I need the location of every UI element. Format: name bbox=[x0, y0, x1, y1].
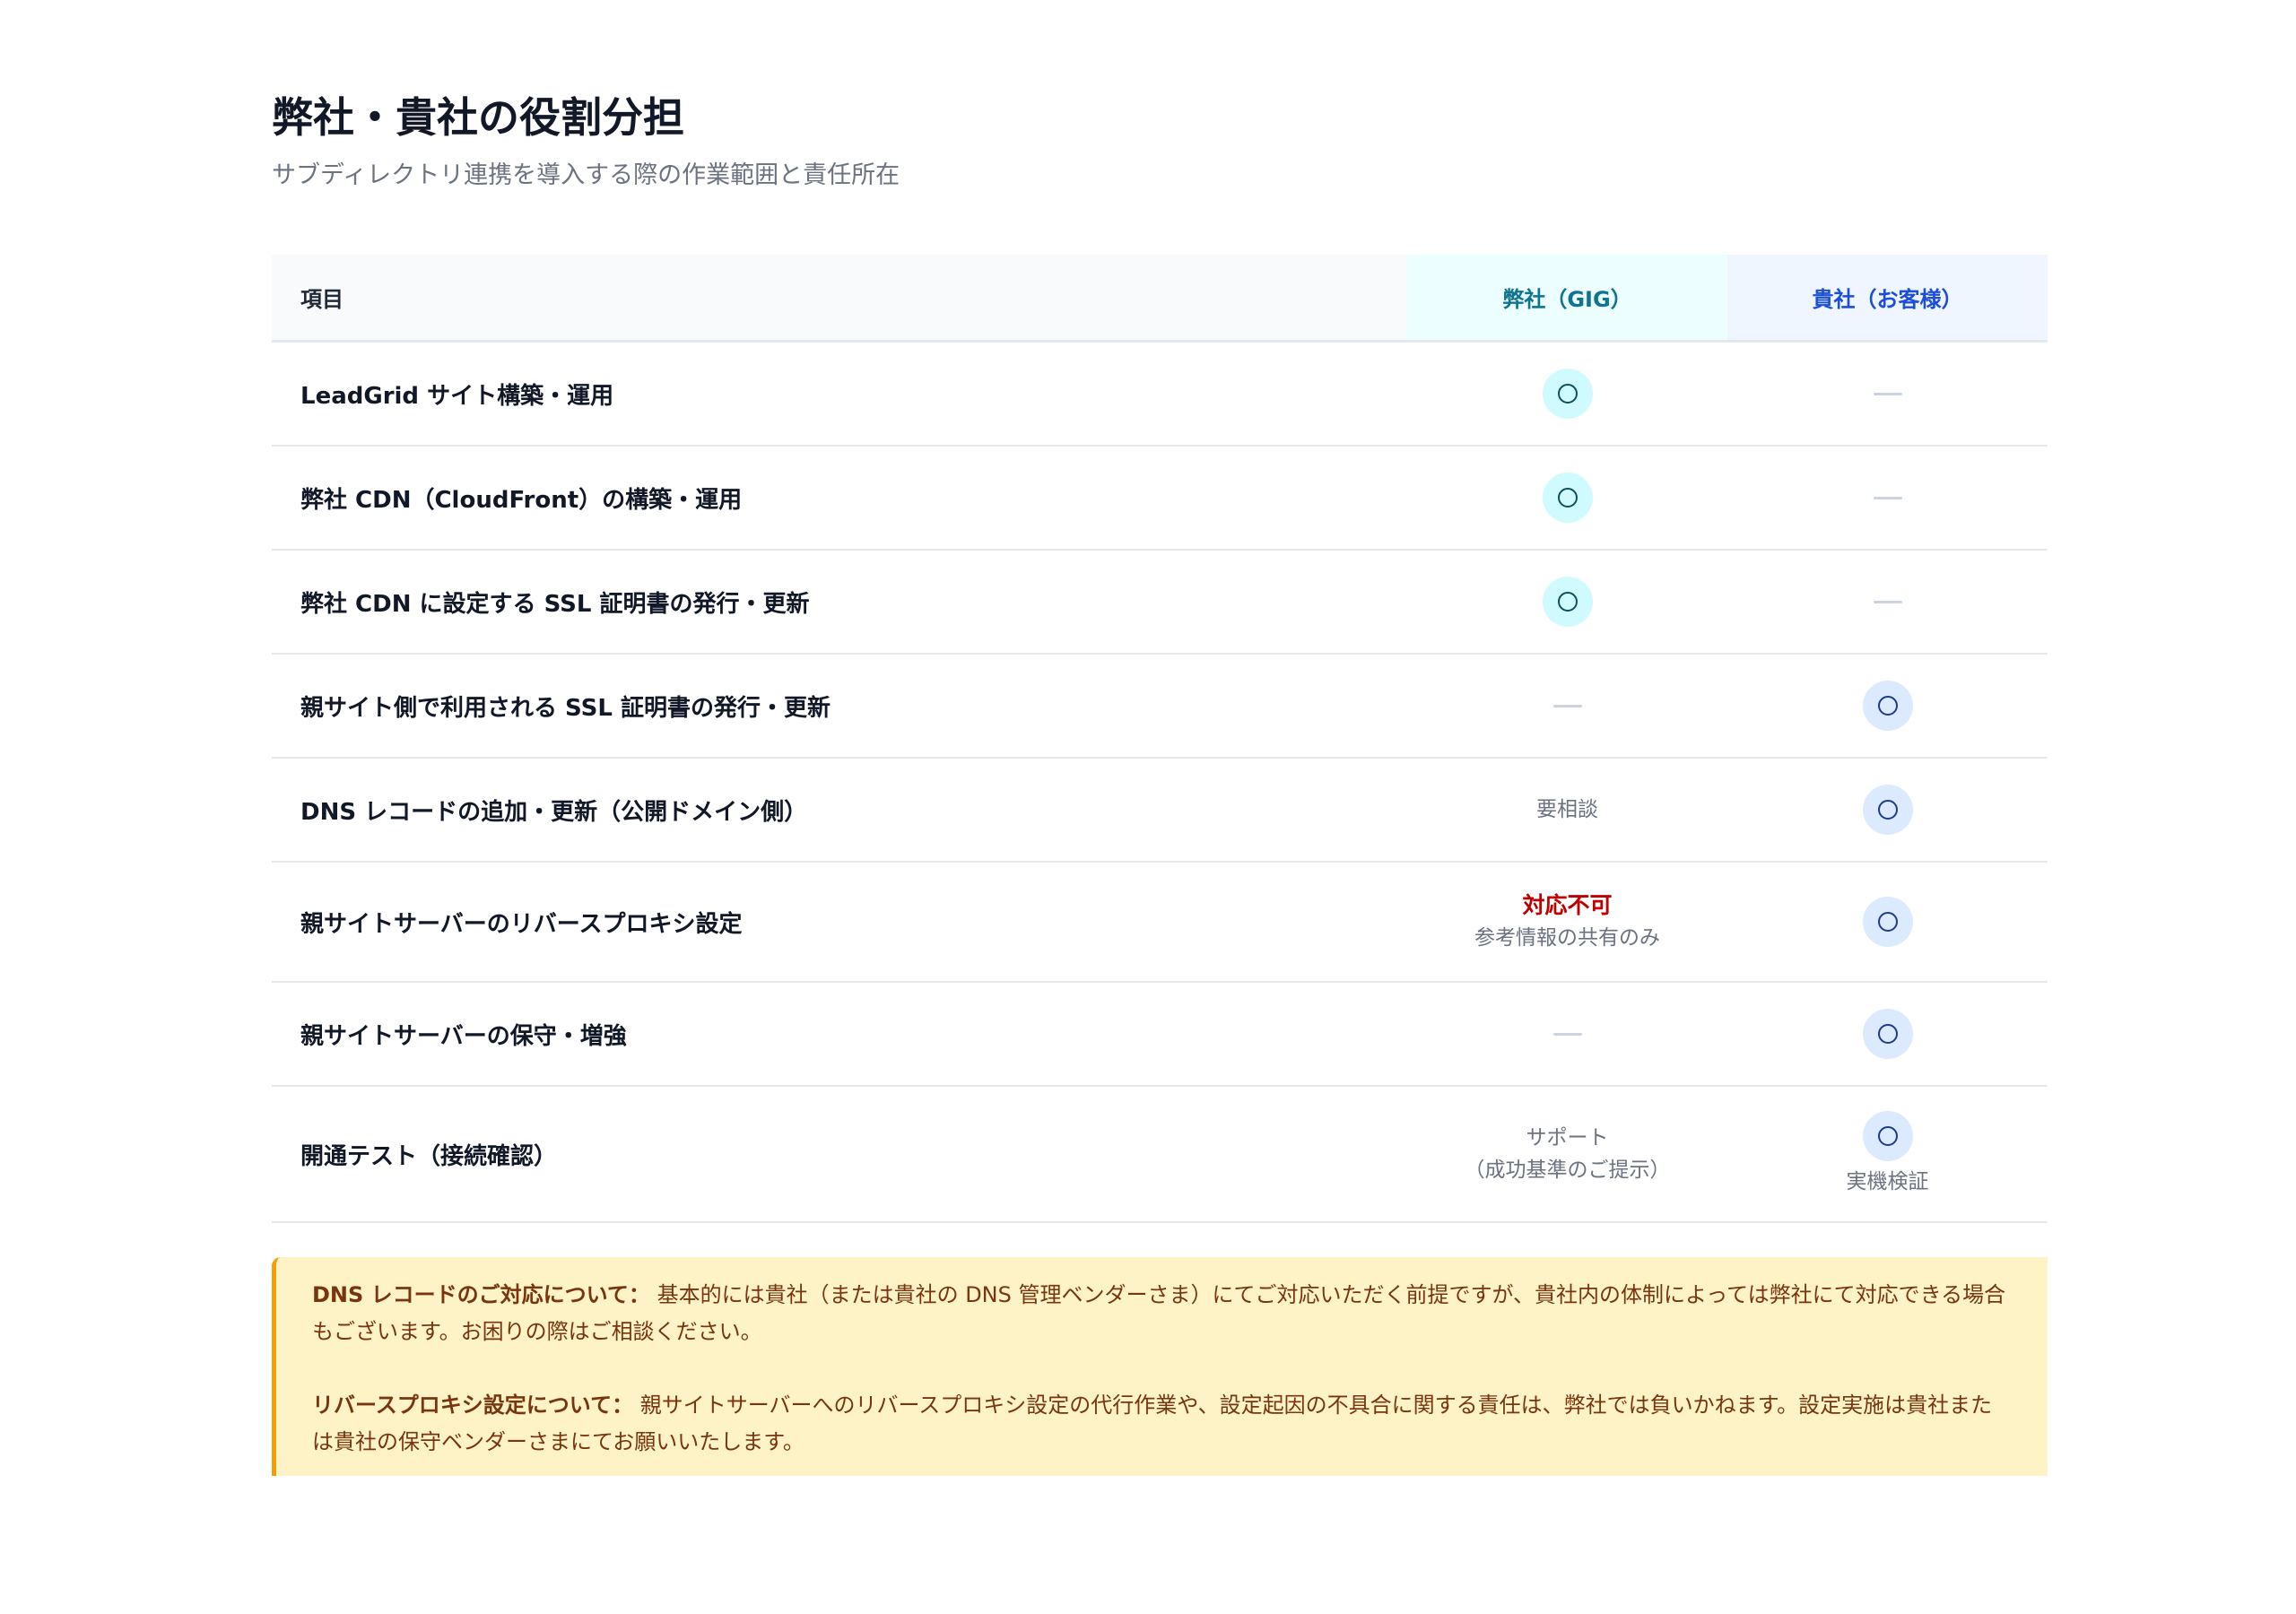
dash-mark-icon bbox=[1873, 496, 1902, 499]
notice-dns-label: DNS レコードのご対応について： bbox=[312, 1282, 650, 1307]
table-row: 親サイトサーバーの保守・増強 bbox=[272, 983, 2048, 1087]
table-row: 親サイトサーバーのリバースプロキシ設定 対応不可参考情報の共有のみ bbox=[272, 863, 2048, 983]
column-header-gig: 弊社（GIG） bbox=[1407, 255, 1727, 340]
cell-gig bbox=[1407, 551, 1727, 653]
circle-mark-icon bbox=[1542, 369, 1593, 419]
notice-box: DNS レコードのご対応について： 基本的には貴社（または貴社の DNS 管理ベ… bbox=[272, 1257, 2048, 1476]
dash-mark-icon bbox=[1552, 704, 1582, 707]
cell-gig bbox=[1407, 983, 1727, 1085]
row-item-label: 弊社 CDN（CloudFront）の構築・運用 bbox=[300, 486, 743, 514]
cell-customer bbox=[1727, 343, 2048, 445]
cell-customer: 実機検証 bbox=[1727, 1087, 2048, 1221]
cell-text: サポート bbox=[1526, 1126, 1609, 1150]
table-row: DNS レコードの追加・更新（公開ドメイン側） 要相談 bbox=[272, 759, 2048, 863]
cell-text: 要相談 bbox=[1536, 798, 1598, 821]
row-item-label: 親サイトサーバーのリバースプロキシ設定 bbox=[300, 910, 743, 938]
table-body: LeadGrid サイト構築・運用弊社 CDN（CloudFront）の構築・運… bbox=[272, 343, 2048, 1223]
page-title: 弊社・貴社の役割分担 bbox=[272, 93, 684, 142]
notice-proxy-label: リバースプロキシ設定について： bbox=[312, 1393, 634, 1418]
row-item-label: 弊社 CDN に設定する SSL 証明書の発行・更新 bbox=[300, 590, 810, 618]
table-row: 開通テスト（接続確認） サポート （成功基準のご提示） 実機検証 bbox=[272, 1087, 2048, 1223]
page: 弊社・貴社の役割分担 サブディレクトリ連携を導入する際の作業範囲と責任所在 項目… bbox=[272, 0, 2048, 1476]
cell-gig: サポート （成功基準のご提示） bbox=[1407, 1087, 1727, 1221]
table-row: 弊社 CDN（CloudFront）の構築・運用 bbox=[272, 447, 2048, 551]
circle-mark-icon bbox=[1862, 785, 1913, 835]
notice-dns: DNS レコードのご対応について： 基本的には貴社（または貴社の DNS 管理ベ… bbox=[312, 1277, 2012, 1350]
cell-customer bbox=[1727, 655, 2048, 757]
cell-customer bbox=[1727, 863, 2048, 981]
circle-mark-icon bbox=[1862, 1009, 1913, 1059]
cell-danger-text: 対応不可 bbox=[1522, 892, 1613, 918]
column-header-item: 項目 bbox=[300, 287, 344, 312]
circle-mark-icon bbox=[1542, 577, 1593, 627]
table-row: LeadGrid サイト構築・運用 bbox=[272, 343, 2048, 447]
cell-note: （成功基準のご提示） bbox=[1464, 1158, 1671, 1182]
cell-gig bbox=[1407, 655, 1727, 757]
cell-customer bbox=[1727, 759, 2048, 861]
row-item-label: DNS レコードの追加・更新（公開ドメイン側） bbox=[300, 798, 808, 826]
row-item-label: 親サイトサーバーの保守・増強 bbox=[300, 1022, 627, 1050]
cell-customer bbox=[1727, 983, 2048, 1085]
row-item-label: LeadGrid サイト構築・運用 bbox=[300, 382, 614, 410]
dash-mark-icon bbox=[1873, 600, 1902, 603]
table-header: 項目 弊社（GIG） 貴社（お客様） bbox=[272, 255, 2048, 343]
row-item-label: 親サイト側で利用される SSL 証明書の発行・更新 bbox=[300, 694, 831, 722]
table-row: 弊社 CDN に設定する SSL 証明書の発行・更新 bbox=[272, 551, 2048, 655]
cell-gig: 要相談 bbox=[1407, 759, 1727, 861]
circle-mark-icon bbox=[1862, 1111, 1913, 1161]
dash-mark-icon bbox=[1873, 392, 1902, 395]
row-item-label: 開通テスト（接続確認） bbox=[300, 1142, 558, 1170]
page-subtitle: サブディレクトリ連携を導入する際の作業範囲と責任所在 bbox=[272, 161, 900, 189]
table-row: 親サイト側で利用される SSL 証明書の発行・更新 bbox=[272, 655, 2048, 759]
role-table: 項目 弊社（GIG） 貴社（お客様） LeadGrid サイト構築・運用弊社 C… bbox=[272, 255, 2048, 1223]
circle-mark-icon bbox=[1862, 681, 1913, 731]
cell-gig: 対応不可参考情報の共有のみ bbox=[1407, 863, 1727, 981]
cell-note: 実機検証 bbox=[1846, 1170, 1929, 1193]
circle-mark-icon bbox=[1542, 473, 1593, 523]
column-header-customer: 貴社（お客様） bbox=[1727, 255, 2048, 340]
circle-mark-icon bbox=[1862, 897, 1913, 947]
notice-proxy: リバースプロキシ設定について： 親サイトサーバーへのリバースプロキシ設定の代行作… bbox=[312, 1387, 2012, 1461]
cell-customer bbox=[1727, 551, 2048, 653]
cell-customer bbox=[1727, 447, 2048, 549]
cell-gig bbox=[1407, 447, 1727, 549]
dash-mark-icon bbox=[1552, 1032, 1582, 1036]
cell-note: 参考情報の共有のみ bbox=[1474, 926, 1660, 950]
cell-gig bbox=[1407, 343, 1727, 445]
